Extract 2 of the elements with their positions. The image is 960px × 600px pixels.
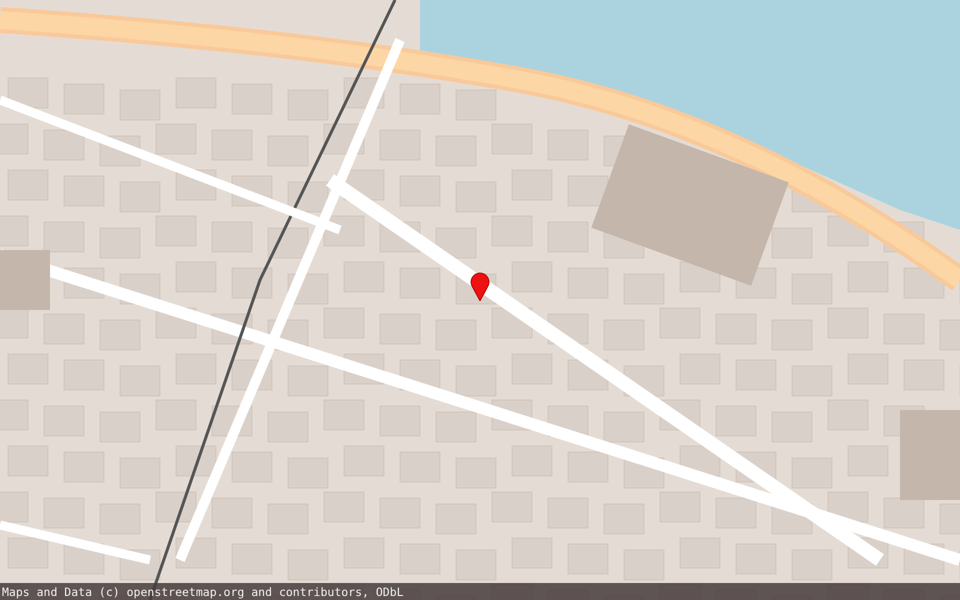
map-marker-icon[interactable] (470, 272, 490, 301)
attribution-text: Maps and Data (c) openstreetmap.org and contributors, ODbL (2, 584, 404, 598)
